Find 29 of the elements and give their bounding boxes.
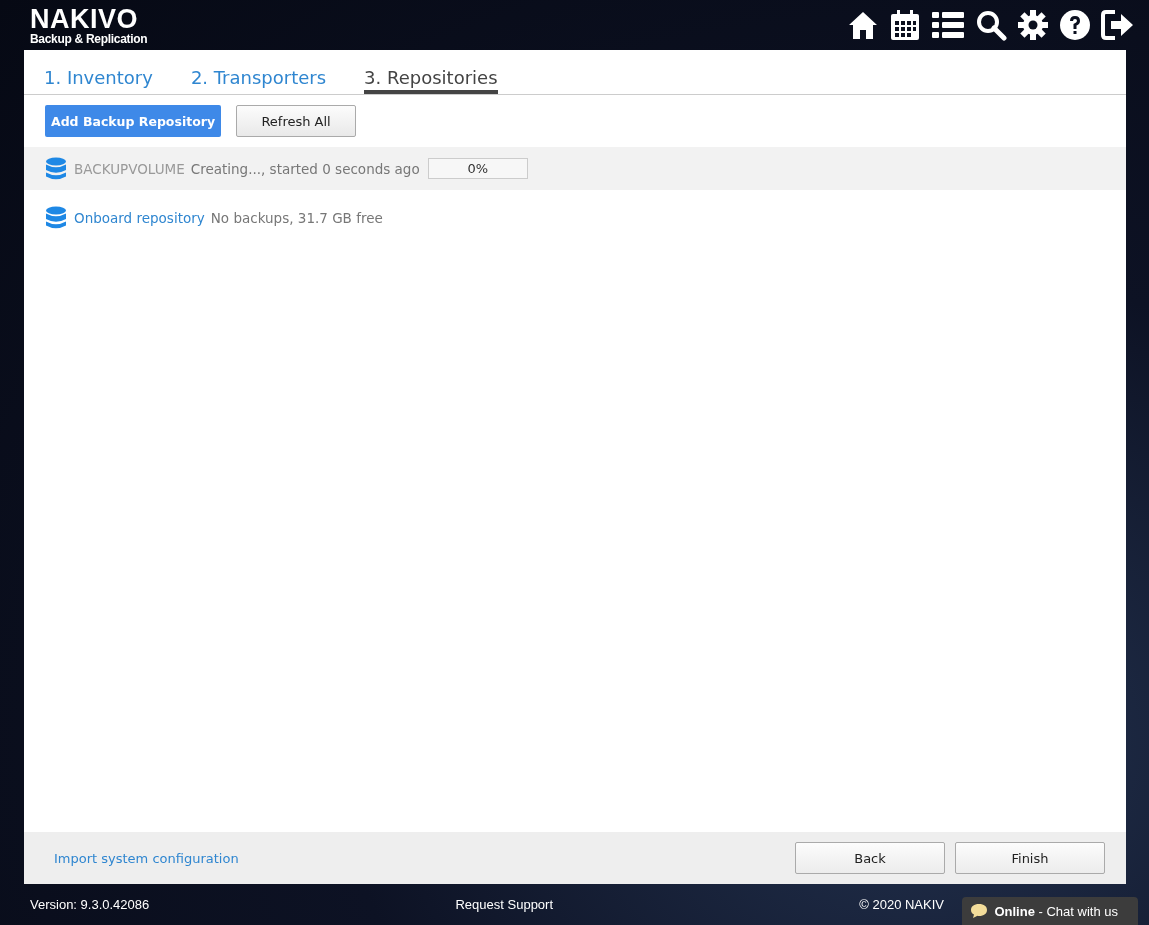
- repository-status: No backups, 31.7 GB free: [210, 209, 383, 226]
- settings-icon[interactable]: [1017, 9, 1049, 41]
- version-text: Version: 9.3.0.42086: [30, 897, 150, 912]
- wizard-tab[interactable]: 1. Inventory: [44, 66, 153, 94]
- repository-name[interactable]: Onboard repository: [74, 209, 205, 226]
- wizard-tab[interactable]: 2. Transporters: [190, 66, 327, 94]
- logo-title: NAKIVO: [30, 5, 139, 33]
- finish-button[interactable]: Finish: [955, 842, 1105, 874]
- back-button[interactable]: Back: [795, 842, 945, 874]
- database-icon: [45, 205, 67, 230]
- logout-icon[interactable]: [1101, 9, 1135, 41]
- support-link[interactable]: Request Support: [455, 897, 554, 912]
- progress-percent: 0%: [467, 161, 488, 176]
- add-repository-button[interactable]: Add Backup Repository: [45, 105, 222, 137]
- wizard-tab[interactable]: 3. Repositories: [364, 66, 498, 94]
- logo-subtitle: Backup & Replication: [30, 32, 148, 45]
- database-icon: [45, 156, 67, 181]
- refresh-button[interactable]: Refresh All: [236, 105, 357, 137]
- chat-widget[interactable]: Online - Chat with us: [962, 897, 1138, 925]
- speech-bubble-icon: [970, 903, 989, 919]
- repository-name: BACKUPVOLUME: [74, 160, 185, 177]
- copyright-text: © 2020 NAKIV: [859, 897, 944, 912]
- list-icon[interactable]: [931, 9, 965, 41]
- search-icon[interactable]: [975, 9, 1007, 41]
- help-icon[interactable]: [1059, 9, 1091, 41]
- repository-status: Creating..., started 0 seconds ago: [190, 160, 420, 177]
- chat-label: Online - Chat with us: [994, 903, 1118, 919]
- calendar-icon[interactable]: [889, 9, 921, 41]
- home-icon[interactable]: [847, 9, 879, 41]
